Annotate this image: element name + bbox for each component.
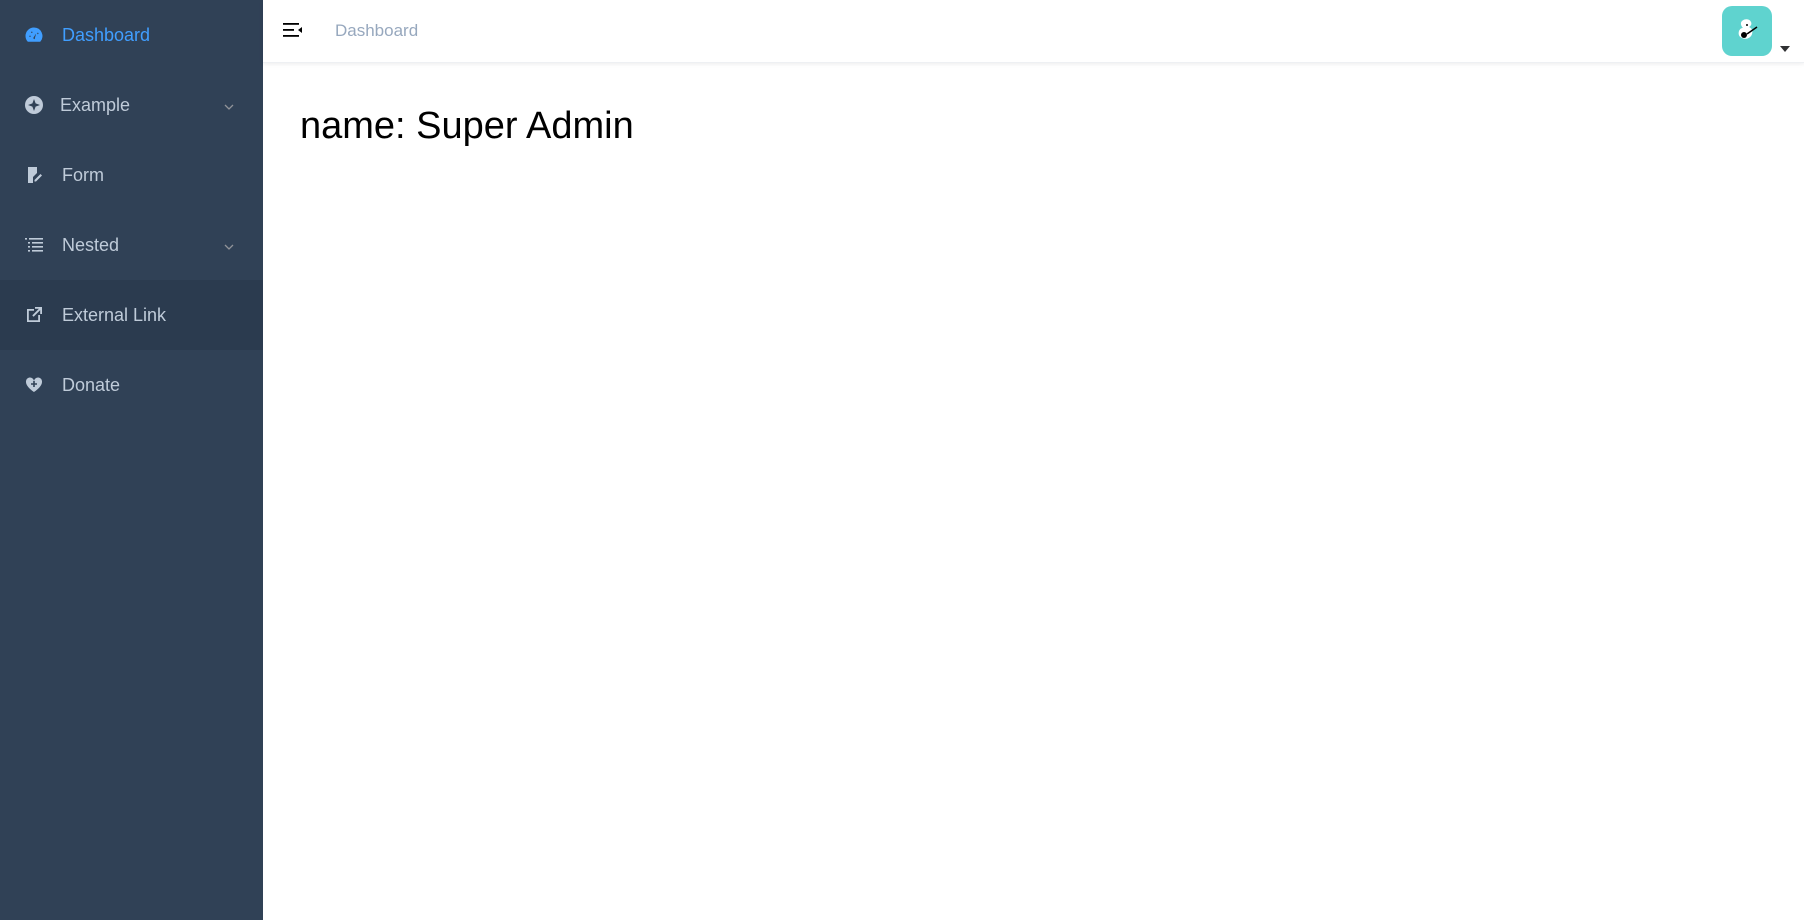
sidebar-item-dashboard[interactable]: Dashboard	[0, 0, 263, 70]
sidebar-item-example[interactable]: Example	[0, 70, 263, 140]
sidebar-item-donate[interactable]: Donate	[0, 350, 263, 420]
dashboard-icon	[23, 24, 45, 46]
example-icon	[23, 94, 45, 116]
form-icon	[23, 164, 45, 186]
sidebar-item-label: Form	[62, 164, 104, 185]
sidebar-item-form[interactable]: Form	[0, 140, 263, 210]
navbar: Dashboard	[263, 0, 1804, 63]
sidebar-item-external-link[interactable]: External Link	[0, 280, 263, 350]
user-menu[interactable]	[1722, 6, 1790, 56]
caret-down-icon	[1780, 46, 1790, 52]
avatar[interactable]	[1722, 6, 1772, 56]
sidebar-item-label: Nested	[62, 234, 120, 255]
sidebar: Dashboard Example Form Nested External L…	[0, 0, 263, 920]
sidebar-item-label: Donate	[62, 374, 121, 395]
external-link-icon	[23, 304, 45, 326]
breadcrumb-item: Dashboard	[335, 21, 419, 40]
donate-icon	[23, 374, 45, 396]
main-content: name: Super Admin	[263, 63, 1804, 920]
sidebar-item-label: Dashboard	[62, 24, 151, 45]
dashboard-name-text: name: Super Admin	[300, 105, 634, 147]
sidebar-item-label: External Link	[62, 304, 167, 325]
sidebar-item-label: Example	[60, 94, 131, 115]
sidebar-item-nested[interactable]: Nested	[0, 210, 263, 280]
nested-icon	[23, 234, 45, 256]
chevron-down-icon	[223, 97, 235, 110]
hamburger-toggle-icon[interactable]	[282, 19, 304, 41]
chevron-down-icon	[223, 237, 235, 250]
app: Dashboard Example Form Nested External L…	[0, 0, 1804, 920]
breadcrumb: Dashboard	[335, 21, 418, 41]
